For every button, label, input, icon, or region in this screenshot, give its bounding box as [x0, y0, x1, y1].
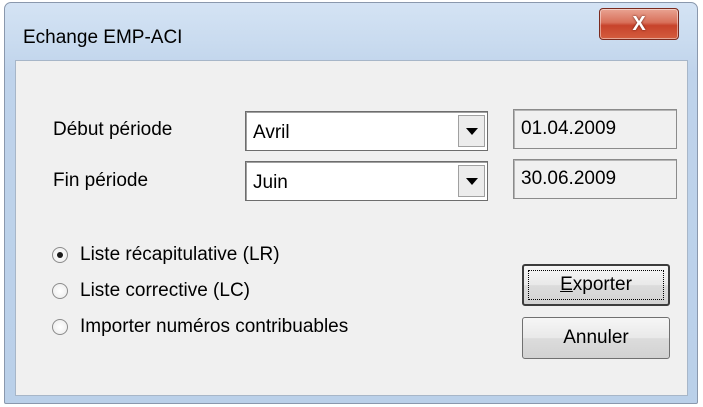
title-bar[interactable]: Echange EMP-ACI X — [5, 3, 697, 59]
end-date-value: 30.06.2009 — [521, 168, 617, 189]
radio-importer-numeros[interactable]: Importer numéros contribuables — [52, 314, 348, 340]
dialog-window: Echange EMP-ACI X Début période Avril 01… — [4, 2, 698, 404]
radio-label: Importer numéros contribuables — [80, 316, 349, 337]
close-icon: X — [632, 13, 646, 35]
cancel-button-label: Annuler — [563, 327, 629, 348]
chevron-down-icon — [465, 127, 478, 135]
start-date-value: 01.04.2009 — [521, 118, 617, 139]
start-month-value: Avril — [253, 122, 290, 143]
start-month-dropdown-button[interactable] — [458, 115, 485, 147]
close-button[interactable]: X — [599, 8, 679, 40]
end-month-dropdown-button[interactable] — [458, 165, 485, 197]
radio-liste-recapitulative[interactable]: Liste récapitulative (LR) — [52, 242, 280, 268]
end-date-field: 30.06.2009 — [513, 159, 677, 199]
radio-label: Liste corrective (LC) — [80, 280, 250, 301]
start-period-label: Début période — [53, 119, 173, 140]
focus-rectangle — [528, 270, 664, 300]
window-title: Echange EMP-ACI — [23, 27, 183, 48]
end-month-select[interactable]: Juin — [245, 161, 488, 201]
end-period-label: Fin période — [53, 170, 149, 191]
radio-label: Liste récapitulative (LR) — [80, 244, 280, 265]
dialog-client-area: Début période Avril 01.04.2009 Fin pério… — [15, 60, 688, 396]
radio-button[interactable] — [52, 319, 68, 335]
export-button[interactable]: Exporter — [522, 264, 670, 306]
chevron-down-icon — [465, 177, 478, 185]
radio-button-checked[interactable] — [52, 247, 68, 263]
end-month-value: Juin — [253, 172, 288, 193]
start-month-select[interactable]: Avril — [245, 111, 488, 151]
cancel-button[interactable]: Annuler — [522, 317, 670, 359]
start-date-field: 01.04.2009 — [513, 109, 677, 149]
radio-liste-corrective[interactable]: Liste corrective (LC) — [52, 278, 250, 304]
radio-button[interactable] — [52, 283, 68, 299]
